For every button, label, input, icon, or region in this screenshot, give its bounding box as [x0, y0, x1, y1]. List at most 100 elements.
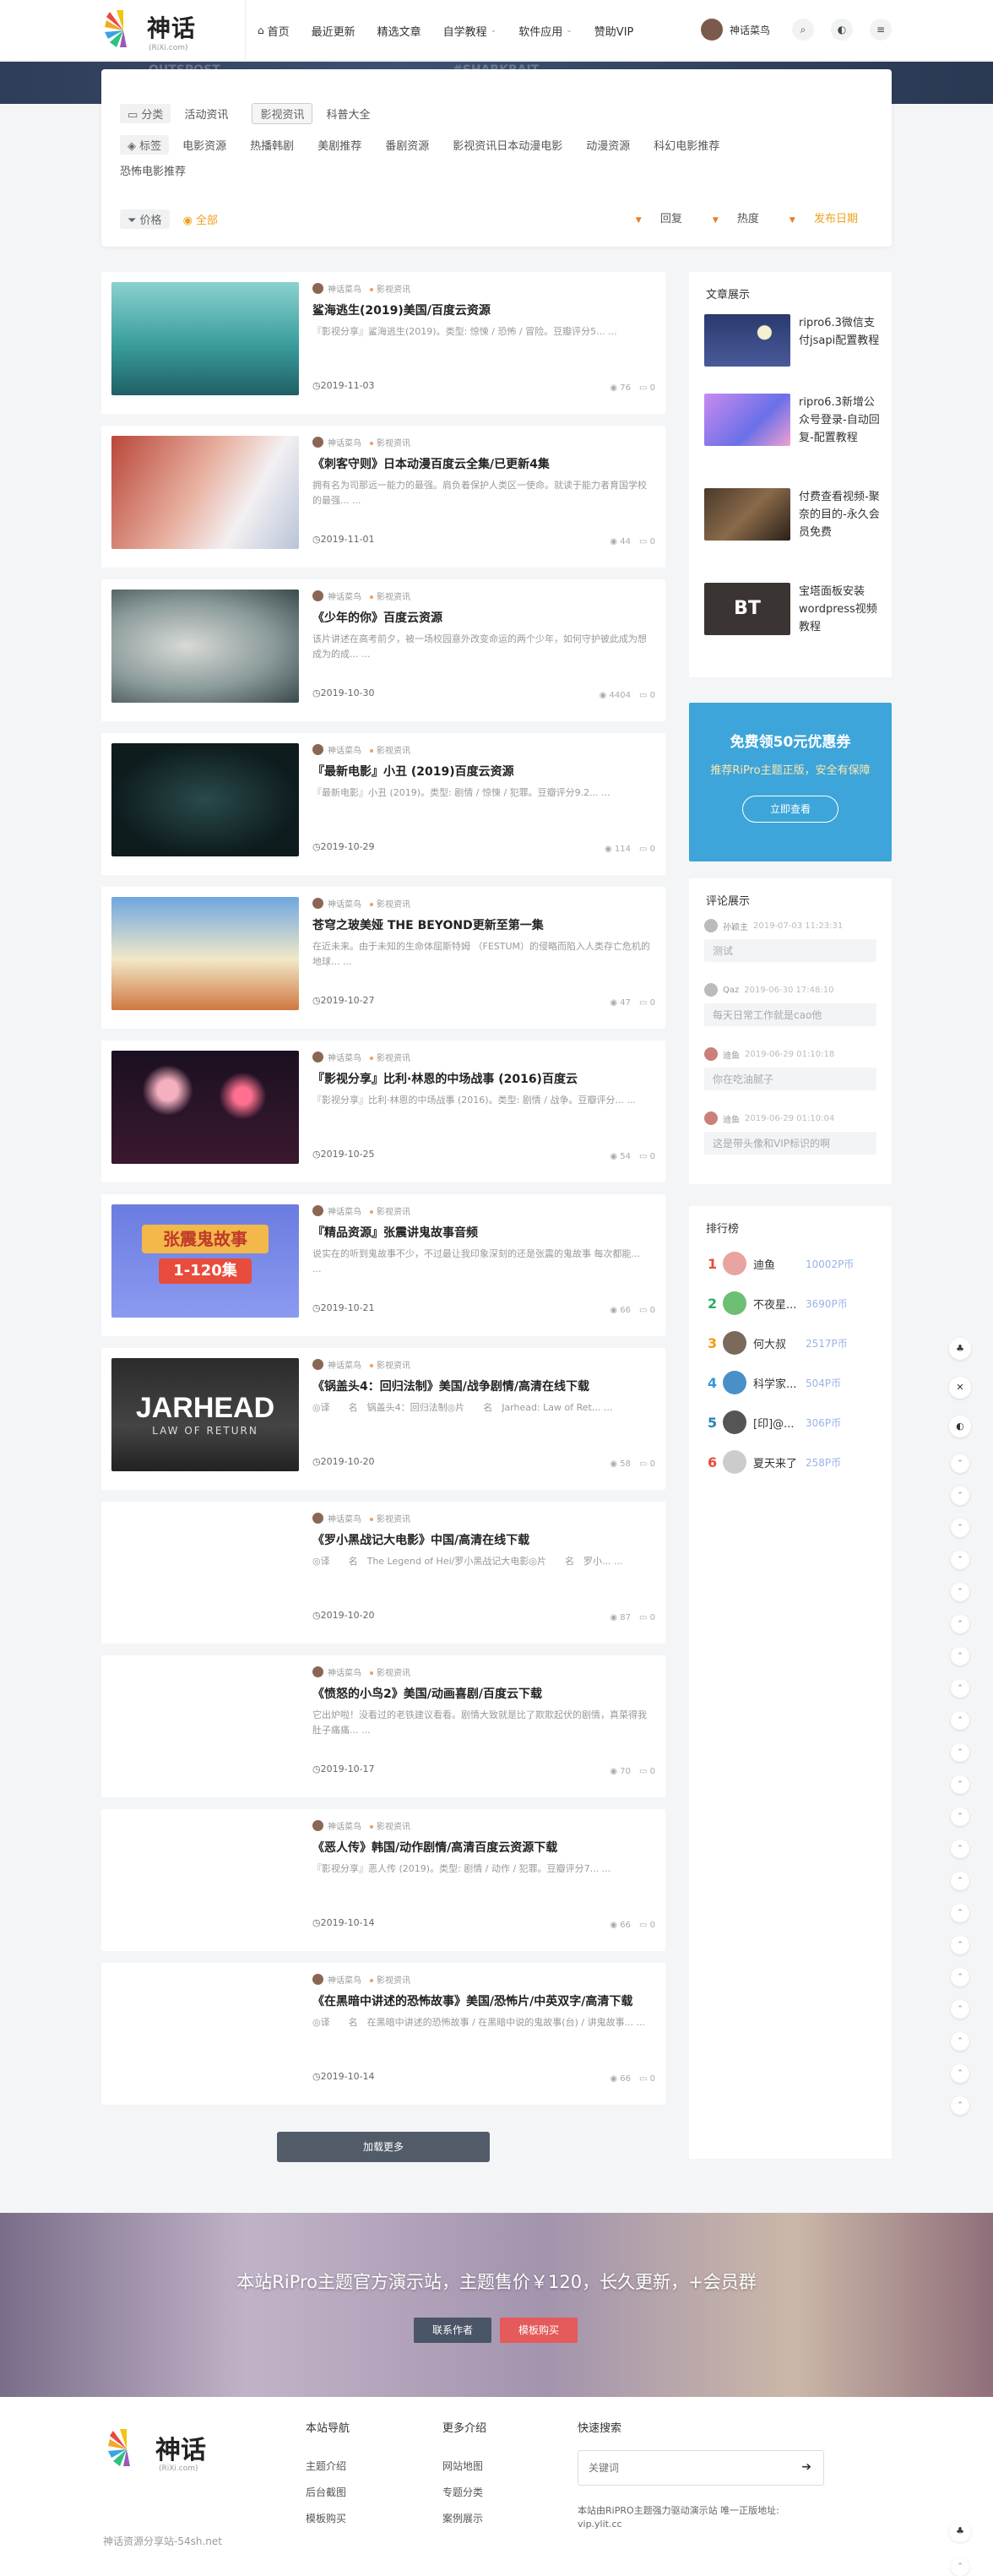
post-title[interactable]: 《在黑暗中讲述的恐怖故事》美国/恐怖片/中英双字/高清下载 — [312, 1993, 650, 2010]
post-author[interactable]: 神话菜鸟 — [328, 1666, 361, 1678]
tag-option[interactable]: 影视资讯日本动漫电影 — [453, 137, 562, 153]
rank-item[interactable]: 6 夏天来了 258P币 — [708, 1450, 841, 1474]
ad-view-button[interactable]: 立即查看 — [742, 796, 838, 823]
post-category[interactable]: 影视资讯 — [370, 282, 410, 295]
scroll-top-button[interactable]: ⌃ — [951, 1486, 969, 1505]
nav-featured[interactable]: 精选文章 — [377, 23, 421, 39]
post-thumbnail[interactable]: 张震鬼故事 1-120集 — [111, 1204, 299, 1318]
post-title[interactable]: 《少年的你》百度云资源 — [312, 610, 650, 627]
sort-reply[interactable]: ▼ 回复 — [621, 209, 682, 226]
scroll-top-button[interactable]: ⌃ — [951, 1904, 969, 1922]
post-thumbnail[interactable] — [111, 1666, 299, 1779]
scroll-top-button[interactable]: ⌃ — [951, 2557, 969, 2576]
tag-option[interactable]: 美剧推荐 — [317, 137, 361, 153]
scroll-top-button[interactable]: ⌃ — [951, 1551, 969, 1569]
qq-button[interactable]: ♣ — [949, 2520, 971, 2542]
sidebar-article[interactable]: 付费查看视频-聚奈的目的-永久会员免费 — [704, 488, 882, 552]
post-author[interactable]: 神话菜鸟 — [328, 1358, 361, 1371]
post-thumbnail[interactable] — [111, 436, 299, 549]
tag-option[interactable]: 电影资源 — [182, 137, 226, 153]
post-thumbnail[interactable] — [111, 282, 299, 395]
post-title[interactable]: 鲨海逃生(2019)美国/百度云资源 — [312, 302, 650, 319]
footer-link[interactable]: 案例展示 — [442, 2511, 486, 2525]
search-button[interactable]: ⌕ — [792, 19, 814, 41]
scroll-top-button[interactable]: ⌃ — [951, 1583, 969, 1601]
post-category[interactable]: 影视资讯 — [370, 436, 410, 448]
nav-latest[interactable]: 最近更新 — [312, 23, 355, 39]
post-title[interactable]: 《愤怒的小鸟2》美国/动画喜剧/百度云下载 — [312, 1686, 650, 1703]
sidebar-article[interactable]: ripro6.3微信支付jsapi配置教程 — [704, 314, 882, 378]
post-card[interactable]: 神话菜鸟 影视资讯 『影视分享』比利·林恩的中场战事 (2016)百度云 『影视分享』… — [101, 1041, 665, 1182]
scroll-top-button[interactable]: ⌃ — [951, 2096, 969, 2115]
share-button[interactable]: ✕ — [949, 1377, 971, 1399]
post-category[interactable]: 影视资讯 — [370, 1204, 410, 1217]
comment-item[interactable]: 迪鱼 2019-06-29 01:10:18 你在吃油腻子 — [704, 1047, 876, 1090]
rank-item[interactable]: 5 [印]@... 306P币 — [708, 1410, 841, 1434]
scroll-top-button[interactable]: ⌃ — [951, 1519, 969, 1537]
scroll-top-button[interactable]: ⌃ — [951, 1840, 969, 1858]
post-thumbnail[interactable] — [111, 897, 299, 1010]
scroll-top-button[interactable]: ⌃ — [951, 1743, 969, 1762]
tag-option[interactable]: 番剧资源 — [385, 137, 429, 153]
contact-author-button[interactable]: 联系作者 — [414, 2318, 491, 2343]
rank-item[interactable]: 1 迪鱼 10002P币 — [708, 1252, 854, 1275]
buy-template-button[interactable]: 模板购买 — [500, 2318, 578, 2343]
post-thumbnail[interactable] — [111, 590, 299, 703]
category-option-active[interactable]: 影视资讯 — [252, 103, 313, 124]
tag-option[interactable]: 热播韩剧 — [250, 137, 294, 153]
rank-item[interactable]: 2 不夜星... 3690P币 — [708, 1291, 848, 1315]
post-card[interactable]: JARHEAD LAW OF RETURN 神话菜鸟 影视资讯 《锅盖头4：回归法制》美… — [101, 1348, 665, 1490]
post-title[interactable]: 《罗小黑战记大电影》中国/高清在线下载 — [312, 1532, 650, 1549]
nav-home[interactable]: ⌂ 首页 — [258, 23, 290, 39]
post-thumbnail[interactable] — [111, 1051, 299, 1164]
arrow-right-icon[interactable]: ➔ — [801, 2460, 811, 2474]
post-card[interactable]: 神话菜鸟 影视资讯 《刺客守则》日本动漫百度云全集/已更新4集 拥有名为司那远一能力的… — [101, 426, 665, 568]
post-category[interactable]: 影视资讯 — [370, 1819, 410, 1832]
scroll-top-button[interactable]: ⌃ — [951, 1807, 969, 1826]
scroll-top-button[interactable]: ⌃ — [951, 1872, 969, 1890]
post-author[interactable]: 神话菜鸟 — [328, 436, 361, 448]
qq-button[interactable]: ♣ — [949, 1338, 971, 1360]
post-title[interactable]: 苍穹之玻美娅 THE BEYOND更新至第一集 — [312, 917, 650, 934]
footer-search-input[interactable] — [578, 2451, 781, 2485]
post-thumbnail[interactable] — [111, 1819, 299, 1932]
comment-item[interactable]: 孙颖主 2019-07-03 11:23:31 测试 — [704, 919, 876, 962]
scroll-top-button[interactable]: ⌃ — [951, 1615, 969, 1633]
price-option-all[interactable]: ◉ 全部 — [183, 211, 219, 227]
post-title[interactable]: 『影视分享』比利·林恩的中场战事 (2016)百度云 — [312, 1071, 650, 1088]
scroll-top-button[interactable]: ⌃ — [951, 2064, 969, 2083]
tag-option[interactable]: 科幻电影推荐 — [654, 137, 719, 153]
load-more-button[interactable]: 加载更多 — [277, 2132, 490, 2162]
post-title[interactable]: 『精品资源』张震讲鬼故事音频 — [312, 1225, 650, 1242]
post-card[interactable]: 神话菜鸟 影视资讯 《在黑暗中讲述的恐怖故事》美国/恐怖片/中英双字/高清下载 ◎译 … — [101, 1963, 665, 2105]
sidebar-article[interactable]: BT 宝塔面板安装wordpress视频教程 — [704, 583, 882, 647]
post-category[interactable]: 影视资讯 — [370, 1051, 410, 1063]
scroll-top-button[interactable]: ⌃ — [951, 1647, 969, 1666]
nav-software[interactable]: 软件应用 ⌄ — [518, 23, 572, 39]
category-option[interactable]: 活动资讯 — [184, 106, 228, 122]
scroll-top-button[interactable]: ⌃ — [951, 2032, 969, 2051]
scroll-top-button[interactable]: ⌃ — [951, 1679, 969, 1698]
post-category[interactable]: 影视资讯 — [370, 897, 410, 910]
theme-toggle-button[interactable]: ◐ — [831, 19, 853, 41]
post-card[interactable]: 神话菜鸟 影视资讯 《愤怒的小鸟2》美国/动画喜剧/百度云下载 它出炉啦！没看过的老铁… — [101, 1655, 665, 1797]
sidebar-article[interactable]: ripro6.3新增公众号登录-自动回复-配置教程 — [704, 394, 882, 458]
post-thumbnail[interactable]: JARHEAD LAW OF RETURN — [111, 1358, 299, 1471]
post-card[interactable]: 神话菜鸟 影视资讯 苍穹之玻美娅 THE BEYOND更新至第一集 在近未来。由于未知… — [101, 887, 665, 1029]
scroll-top-button[interactable]: ⌃ — [951, 1454, 969, 1473]
site-logo[interactable]: 神话 (RiXi.com) — [101, 7, 203, 56]
post-author[interactable]: 神话菜鸟 — [328, 1512, 361, 1524]
post-card[interactable]: 神话菜鸟 影视资讯 『最新电影』小丑 (2019)百度云资源 『最新电影』小丑 (20… — [101, 733, 665, 875]
footer-link[interactable]: 专题分类 — [442, 2485, 486, 2499]
user-menu[interactable]: 神话菜鸟 — [701, 19, 770, 41]
menu-button[interactable]: ≡ — [870, 19, 892, 41]
post-author[interactable]: 神话菜鸟 — [328, 590, 361, 602]
footer-link[interactable]: 主题介绍 — [306, 2459, 350, 2473]
post-category[interactable]: 影视资讯 — [370, 1973, 410, 1986]
theme-button[interactable]: ◐ — [949, 1416, 971, 1437]
post-author[interactable]: 神话菜鸟 — [328, 743, 361, 756]
scroll-top-button[interactable]: ⌃ — [951, 1711, 969, 1730]
footer-logo[interactable]: 神话 (RiXi.com) — [105, 2427, 240, 2478]
post-author[interactable]: 神话菜鸟 — [328, 1973, 361, 1986]
post-card[interactable]: 神话菜鸟 影视资讯 鲨海逃生(2019)美国/百度云资源 『影视分享』鲨海逃生(201… — [101, 272, 665, 414]
